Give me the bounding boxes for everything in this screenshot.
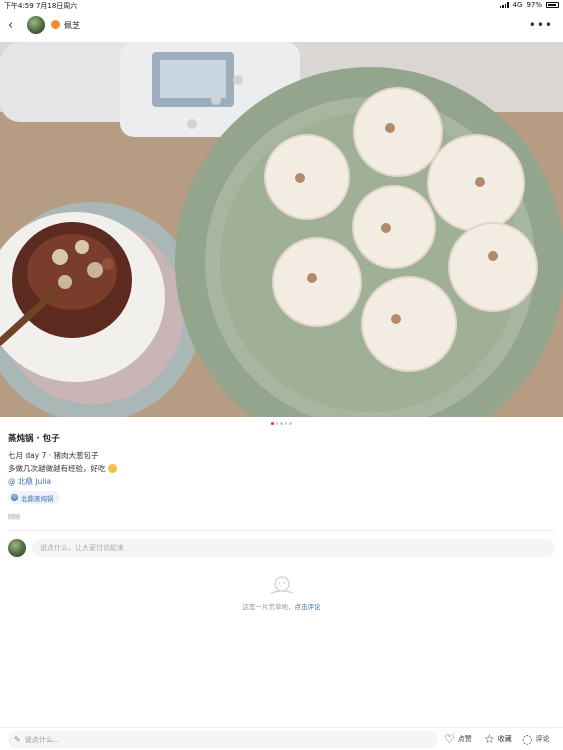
topic-icon: ◎ — [11, 494, 18, 501]
my-avatar — [8, 539, 26, 557]
post-photo[interactable] — [0, 42, 563, 417]
empty-comments-message: 这是一片荒草地， — [242, 603, 295, 611]
battery-icon — [546, 2, 559, 8]
collect-button[interactable]: ☆ 收藏 — [484, 732, 512, 746]
like-button[interactable]: ♡ 点赞 — [444, 732, 472, 746]
status-right: 4G 97% — [499, 1, 559, 9]
post-title: 蒸炖锅 · 包子 — [8, 434, 60, 444]
click-to-comment-link[interactable]: 点击评论 — [295, 603, 321, 611]
carousel-dot[interactable] — [275, 422, 279, 425]
speech-bubble-icon: ◌ — [522, 732, 533, 746]
carousel-dot[interactable] — [284, 422, 288, 425]
post-desc-line1: 七月 day 7 · 猪肉大葱包子 — [8, 451, 99, 460]
collect-label: 收藏 — [497, 735, 512, 743]
carousel-dot[interactable] — [280, 422, 283, 425]
pen-icon: ✎ — [14, 735, 21, 744]
heart-icon: ♡ — [444, 732, 455, 746]
signal-icon — [499, 2, 509, 8]
bottom-bar: ✎ 说点什么... ♡ 点赞 ☆ 收藏 ◌ 评论 — [0, 727, 563, 750]
comment-input[interactable]: 说点什么，让大家讨论起来 — [32, 539, 555, 557]
author-name[interactable]: 佩芝 — [64, 20, 80, 31]
bottom-input-placeholder: 说点什么... — [24, 735, 60, 744]
orange-emoji-icon — [51, 20, 60, 29]
star-icon: ☆ — [484, 732, 495, 746]
author-avatar[interactable] — [27, 16, 45, 34]
top-nav: ‹ 佩芝 ••• — [0, 12, 563, 42]
divider — [8, 530, 555, 531]
comment-label: 评论 — [535, 735, 550, 743]
comment-button[interactable]: ◌ 评论 — [522, 732, 549, 746]
status-bar: 下午4:59 7月18日周六 4G 97% — [0, 0, 563, 12]
network-label: 4G — [512, 1, 523, 9]
more-icon[interactable]: ••• — [529, 18, 553, 32]
back-icon[interactable]: ‹ — [8, 19, 22, 33]
post-desc-text: 多做几次越做越有经验，好吃 — [8, 464, 106, 473]
battery-label: 97% — [526, 1, 542, 9]
post-desc-line2: 多做几次越做越有经验，好吃 — [8, 463, 117, 474]
food-illustration — [0, 42, 563, 417]
empty-comments-text: 这是一片荒草地，点击评论 — [0, 601, 563, 611]
smile-emoji-icon — [107, 464, 117, 473]
carousel-dots[interactable] — [0, 422, 563, 425]
topic-label: 北鼎蒸炖锅 — [21, 494, 54, 503]
mention-link[interactable]: @ 北鼎 Julia — [8, 476, 51, 487]
carousel-dot[interactable] — [289, 422, 292, 425]
status-time: 下午4:59 7月18日周六 — [4, 2, 78, 10]
topic-tag[interactable]: ◎ 北鼎蒸炖锅 — [8, 491, 60, 504]
carousel-dot[interactable] — [271, 422, 274, 425]
empty-comments-icon — [270, 576, 294, 594]
bottom-comment-input[interactable]: ✎ 说点什么... — [8, 731, 438, 748]
post-date: 刚刚 — [8, 514, 21, 521]
like-label: 点赞 — [457, 735, 472, 743]
